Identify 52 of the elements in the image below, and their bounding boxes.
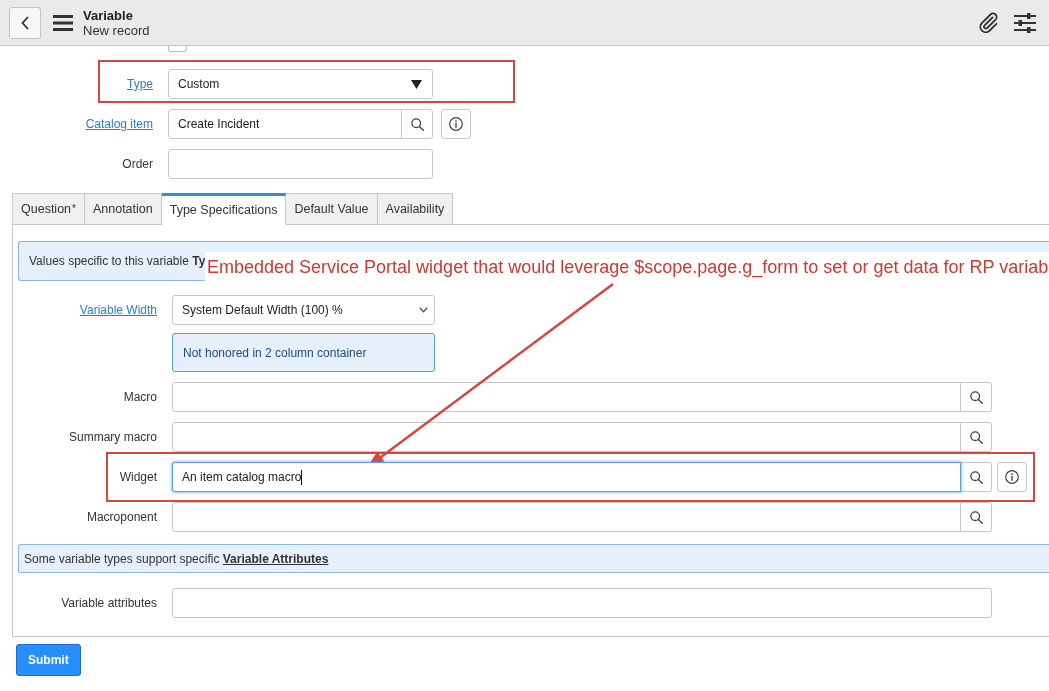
text-cursor bbox=[301, 469, 303, 485]
page-title: Variable bbox=[83, 7, 134, 23]
paperclip-icon[interactable] bbox=[978, 12, 999, 33]
caret-icon bbox=[411, 79, 422, 89]
search-button[interactable] bbox=[960, 502, 992, 532]
info-button[interactable] bbox=[997, 462, 1027, 492]
select-field[interactable]: System Default Width (100) % bbox=[172, 295, 435, 325]
input-field[interactable] bbox=[168, 149, 433, 179]
input-field[interactable]: Create Incident bbox=[168, 109, 402, 139]
search-button[interactable] bbox=[960, 462, 992, 492]
field-label: Order bbox=[122, 157, 153, 171]
input-field[interactable] bbox=[172, 382, 961, 412]
info-button[interactable] bbox=[441, 109, 471, 139]
field-label: Macro bbox=[123, 390, 157, 404]
hint-message: Not honored in 2 column container bbox=[172, 333, 435, 372]
field-label-link[interactable]: Catalog item bbox=[85, 117, 153, 131]
menu-icon[interactable] bbox=[53, 14, 73, 31]
tab[interactable]: Annotation bbox=[84, 193, 162, 225]
search-icon bbox=[969, 390, 983, 404]
back-button[interactable] bbox=[9, 6, 41, 39]
variable-attributes-link[interactable]: Variable Attributes bbox=[222, 551, 329, 566]
tab[interactable]: Availability bbox=[377, 193, 454, 225]
input-field[interactable] bbox=[172, 422, 961, 452]
search-button[interactable] bbox=[401, 109, 433, 139]
tab[interactable]: Default Value bbox=[286, 193, 378, 225]
info-icon bbox=[449, 117, 463, 131]
field-label-link[interactable]: Variable Width bbox=[79, 303, 157, 317]
field-label: Summary macro bbox=[69, 430, 157, 444]
annotation-text: Embedded Service Portal widget that would leverage $scope.page.g_form to set or get data for RP variab bbox=[205, 252, 1049, 283]
tab[interactable]: Type Specifications bbox=[161, 193, 287, 225]
field-label: Macroponent bbox=[86, 510, 157, 524]
search-button[interactable] bbox=[960, 422, 992, 452]
checkbox[interactable] bbox=[168, 46, 187, 52]
select-field[interactable]: Custom bbox=[168, 69, 433, 99]
info-icon bbox=[1005, 470, 1019, 484]
sliders-icon[interactable] bbox=[1014, 12, 1036, 33]
field-label-link[interactable]: Type bbox=[127, 77, 153, 91]
page-subtitle: New record bbox=[83, 22, 150, 38]
field-label: Variable attributes bbox=[61, 596, 157, 610]
input-field[interactable] bbox=[172, 588, 992, 618]
info-text: Values specific to this variable Ty bbox=[29, 254, 206, 268]
search-icon bbox=[969, 510, 983, 524]
search-icon bbox=[969, 470, 983, 484]
chevron-down-icon bbox=[419, 307, 428, 313]
search-icon bbox=[410, 117, 424, 131]
search-icon bbox=[969, 430, 983, 444]
chevron-left-icon bbox=[21, 15, 29, 30]
info-text: Some variable types support specific Variable Attributes bbox=[24, 551, 329, 566]
search-button[interactable] bbox=[960, 382, 992, 412]
field-label: Widget bbox=[119, 470, 157, 484]
input-field[interactable] bbox=[172, 502, 961, 532]
input-field[interactable]: An item catalog macro bbox=[172, 462, 961, 492]
